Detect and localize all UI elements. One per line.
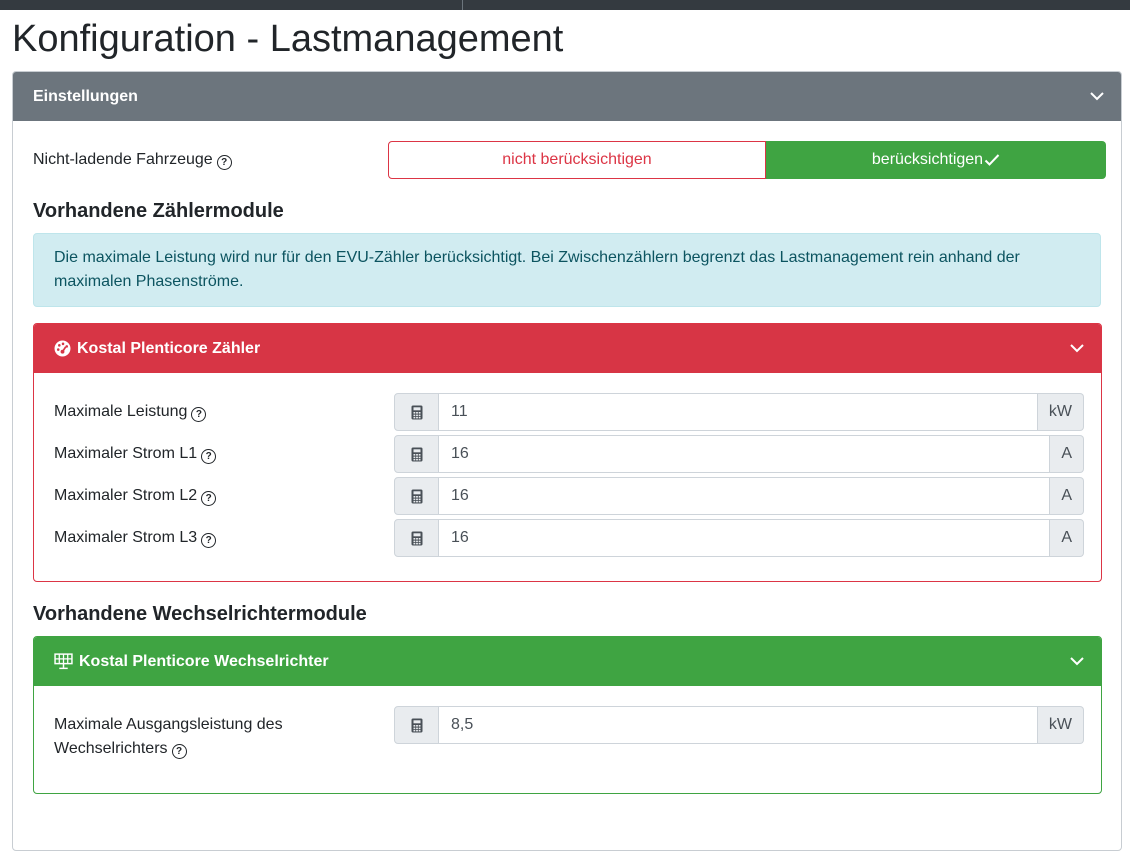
max-current-l2-input[interactable] [439, 477, 1051, 515]
max-current-l3-input[interactable] [439, 519, 1051, 557]
inverter-module-title: Kostal Plenticore Wechselrichter [79, 652, 329, 670]
calculator-icon [394, 435, 439, 473]
calculator-icon [394, 519, 439, 557]
max-current-l1-label-text: Maximaler Strom L1 [54, 445, 198, 462]
meter-module-title: Kostal Plenticore Zähler [77, 339, 261, 357]
max-output-power-label: Maximale Ausgangsleistung des Wechselric… [54, 713, 283, 761]
inverter-module-card: Kostal Plenticore Wechselrichter Maximal… [33, 636, 1102, 794]
max-current-l3-input-group: A [394, 519, 1084, 557]
max-current-l3-label: Maximaler Strom L3? [54, 526, 217, 550]
max-current-l3-unit: A [1050, 519, 1084, 557]
question-circle-icon[interactable]: ? [191, 407, 207, 422]
max-power-label: Maximale Leistung? [54, 400, 207, 424]
question-circle-icon[interactable]: ? [216, 155, 232, 170]
settings-card-title: Einstellungen [33, 87, 138, 105]
option-not-consider-label: nicht berücksichtigen [502, 151, 652, 168]
top-navbar [0, 0, 1130, 10]
max-output-power-input-group: kW [394, 706, 1084, 744]
max-power-label-text: Maximale Leistung [54, 403, 188, 420]
max-power-unit: kW [1037, 393, 1084, 431]
max-current-l1-label: Maximaler Strom L1? [54, 442, 217, 466]
max-output-power-label-line2: Wechselrichters [54, 740, 168, 757]
max-power-input[interactable] [439, 393, 1038, 431]
inverter-section-title: Vorhandene Wechselrichtermodule [33, 603, 367, 625]
max-current-l2-label-text: Maximaler Strom L2 [54, 487, 198, 504]
max-output-power-label-line1: Maximale Ausgangsleistung des [54, 716, 283, 733]
meter-info-text: Die maximale Leistung wird nur für den E… [54, 249, 1020, 290]
max-current-l1-input[interactable] [439, 435, 1051, 473]
meter-module-header[interactable]: Kostal Plenticore Zähler [34, 324, 1101, 373]
calculator-icon [394, 706, 439, 744]
max-current-l1-input-group: A [394, 435, 1084, 473]
question-circle-icon[interactable]: ? [171, 744, 187, 759]
calculator-icon [394, 393, 439, 431]
navbar-divider [462, 0, 463, 10]
check-icon [984, 154, 1000, 166]
max-current-l2-input-group: A [394, 477, 1084, 515]
calculator-icon [394, 477, 439, 515]
settings-card-header[interactable]: Einstellungen [13, 72, 1121, 121]
max-current-l2-unit: A [1050, 477, 1084, 515]
chevron-down-icon[interactable] [1087, 86, 1107, 106]
non-charging-vehicles-text: Nicht-ladende Fahrzeuge [33, 151, 213, 168]
solar-panel-icon [54, 653, 73, 670]
tachometer-icon [54, 340, 71, 357]
meter-module-card: Kostal Plenticore Zähler Maximale Leistu… [33, 323, 1102, 582]
meter-info-alert: Die maximale Leistung wird nur für den E… [33, 233, 1101, 307]
non-charging-vehicles-label: Nicht-ladende Fahrzeuge? [33, 148, 232, 172]
max-power-input-group: kW [394, 393, 1084, 431]
max-output-power-unit: kW [1037, 706, 1084, 744]
settings-card: Einstellungen Nicht-ladende Fahrzeuge? n… [12, 71, 1122, 851]
option-not-consider-button[interactable]: nicht berücksichtigen [388, 141, 766, 179]
inverter-module-header[interactable]: Kostal Plenticore Wechselrichter [34, 637, 1101, 686]
question-circle-icon[interactable]: ? [201, 491, 217, 506]
max-output-power-label-line2-wrap: Wechselrichters? [54, 737, 283, 761]
option-consider-label: berücksichtigen [871, 151, 984, 168]
page-title: Konfiguration - Lastmanagement [12, 18, 564, 60]
option-consider-button[interactable]: berücksichtigen [766, 141, 1106, 179]
max-current-l1-unit: A [1050, 435, 1084, 473]
non-charging-toggle: nicht berücksichtigen berücksichtigen [388, 141, 1106, 179]
meter-section-title: Vorhandene Zählermodule [33, 200, 284, 222]
question-circle-icon[interactable]: ? [201, 533, 217, 548]
chevron-down-icon[interactable] [1067, 338, 1087, 358]
max-output-power-input[interactable] [439, 706, 1038, 744]
chevron-down-icon[interactable] [1067, 651, 1087, 671]
max-current-l2-label: Maximaler Strom L2? [54, 484, 217, 508]
max-current-l3-label-text: Maximaler Strom L3 [54, 529, 198, 546]
question-circle-icon[interactable]: ? [201, 449, 217, 464]
